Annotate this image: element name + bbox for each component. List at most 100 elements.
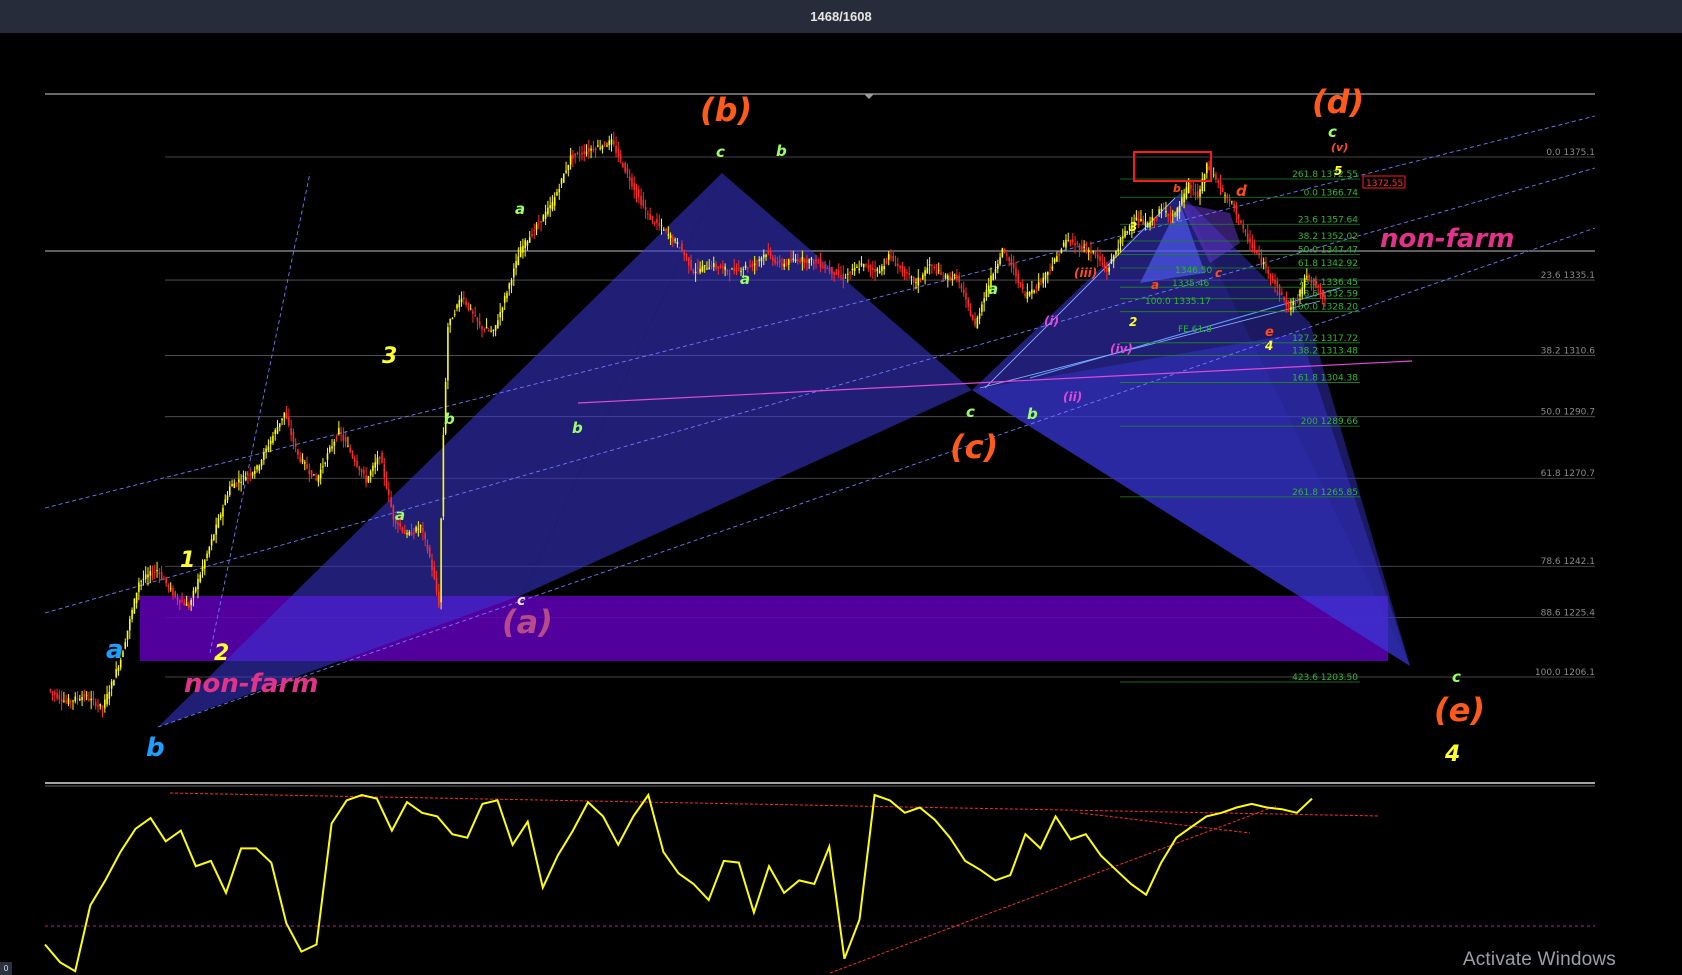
candle-body xyxy=(1260,257,1263,265)
candle-body xyxy=(1226,195,1229,199)
candle-body xyxy=(483,329,486,331)
candle-body xyxy=(1215,174,1217,180)
candle-body xyxy=(88,698,90,701)
candle-body xyxy=(842,273,845,280)
candle-body xyxy=(847,273,849,275)
candle-body xyxy=(319,469,322,479)
candle-body xyxy=(947,275,949,280)
candle-body xyxy=(1287,304,1290,307)
candle-body xyxy=(178,599,181,604)
candle-body xyxy=(60,699,63,702)
candle-body xyxy=(940,272,942,275)
candle-body xyxy=(176,597,179,601)
candle-body xyxy=(165,577,167,584)
candle-body xyxy=(481,326,483,330)
candle-body xyxy=(169,587,172,589)
fib-scale-label: 23.6 1335.1 xyxy=(1541,271,1595,281)
candle-body xyxy=(435,578,438,592)
wave-label-a-cyan: a xyxy=(106,635,124,665)
candle-body xyxy=(558,189,561,193)
candle-body xyxy=(840,274,842,276)
candle-body xyxy=(576,152,579,154)
candle-body xyxy=(1106,266,1108,273)
candle-body xyxy=(74,696,77,702)
candle-body xyxy=(231,484,233,487)
candle-body xyxy=(1115,251,1117,255)
candle-body xyxy=(1153,219,1156,221)
candle-body xyxy=(715,264,717,268)
candle-body xyxy=(1017,273,1020,284)
candle-body xyxy=(735,267,738,273)
candle-body xyxy=(69,700,72,702)
candle-body xyxy=(551,201,554,210)
candle-body xyxy=(151,574,154,576)
candle-body xyxy=(806,259,808,264)
candle-body xyxy=(1012,263,1015,269)
candle-body xyxy=(926,267,929,274)
candle-body xyxy=(876,268,879,272)
candle-body xyxy=(1008,257,1010,261)
non-farm-label-right: non-farm xyxy=(1380,224,1514,254)
candle-body xyxy=(174,591,177,597)
wave-label-b-major: (b) xyxy=(700,91,752,129)
candle-body xyxy=(469,308,472,310)
candle-body xyxy=(1033,290,1035,293)
candle-body xyxy=(594,148,597,151)
candle-body xyxy=(160,572,163,579)
candle-body xyxy=(937,270,940,272)
fib-inner-label: FE 61.8 xyxy=(1178,325,1212,335)
candle-body xyxy=(1040,280,1042,282)
wave-label-b-small-2: b xyxy=(444,410,455,428)
candle-body xyxy=(874,268,876,273)
candle-body xyxy=(726,270,729,272)
candle-body xyxy=(113,680,115,686)
wave-label-4: 4 xyxy=(1444,742,1460,767)
candle-body xyxy=(681,243,683,251)
candle-body xyxy=(999,257,1001,265)
candle-body xyxy=(903,268,906,277)
candle-body xyxy=(851,268,854,271)
candle-body xyxy=(899,265,901,269)
candle-body xyxy=(933,267,935,269)
candle-body xyxy=(724,266,726,270)
candle-body xyxy=(817,262,820,264)
candle-body xyxy=(1069,239,1072,244)
candle-body xyxy=(315,478,317,480)
candle-body xyxy=(1110,259,1113,264)
candle-body xyxy=(1090,250,1092,254)
candle-body xyxy=(1212,174,1215,176)
candle-body xyxy=(694,271,697,274)
candle-body xyxy=(767,250,770,254)
candle-body xyxy=(628,176,631,181)
candle-body xyxy=(472,311,474,314)
candle-body xyxy=(272,435,274,443)
candle-body xyxy=(172,588,174,596)
candle-body xyxy=(872,267,874,270)
candle-body xyxy=(683,252,686,256)
candle-body xyxy=(183,602,186,606)
candle-body xyxy=(606,145,608,147)
candle-body xyxy=(928,264,931,266)
wave-label-c-small-4: c xyxy=(1452,668,1461,686)
candle-body xyxy=(1217,180,1220,183)
candle-body xyxy=(1274,279,1276,284)
fib-extension-label: 261.8 1372.55 xyxy=(1292,170,1358,180)
candle-body xyxy=(1267,269,1269,274)
candle-body xyxy=(115,669,117,678)
candle-body xyxy=(65,700,67,702)
candle-body xyxy=(1301,287,1304,295)
candle-body xyxy=(313,474,315,476)
candle-body xyxy=(1208,166,1210,171)
candle-body xyxy=(722,266,724,268)
candle-body xyxy=(340,432,342,435)
candle-body xyxy=(324,462,327,464)
fib-scale-label: 100.0 1206.1 xyxy=(1535,668,1595,678)
candle-body xyxy=(1010,259,1013,266)
target-box xyxy=(1133,151,1212,182)
candle-body xyxy=(408,531,411,535)
wave-label-v: (v) xyxy=(1331,141,1348,154)
candle-body xyxy=(492,329,495,331)
candle-body xyxy=(131,609,133,620)
candle-body xyxy=(565,170,567,173)
candle-body xyxy=(301,458,304,462)
